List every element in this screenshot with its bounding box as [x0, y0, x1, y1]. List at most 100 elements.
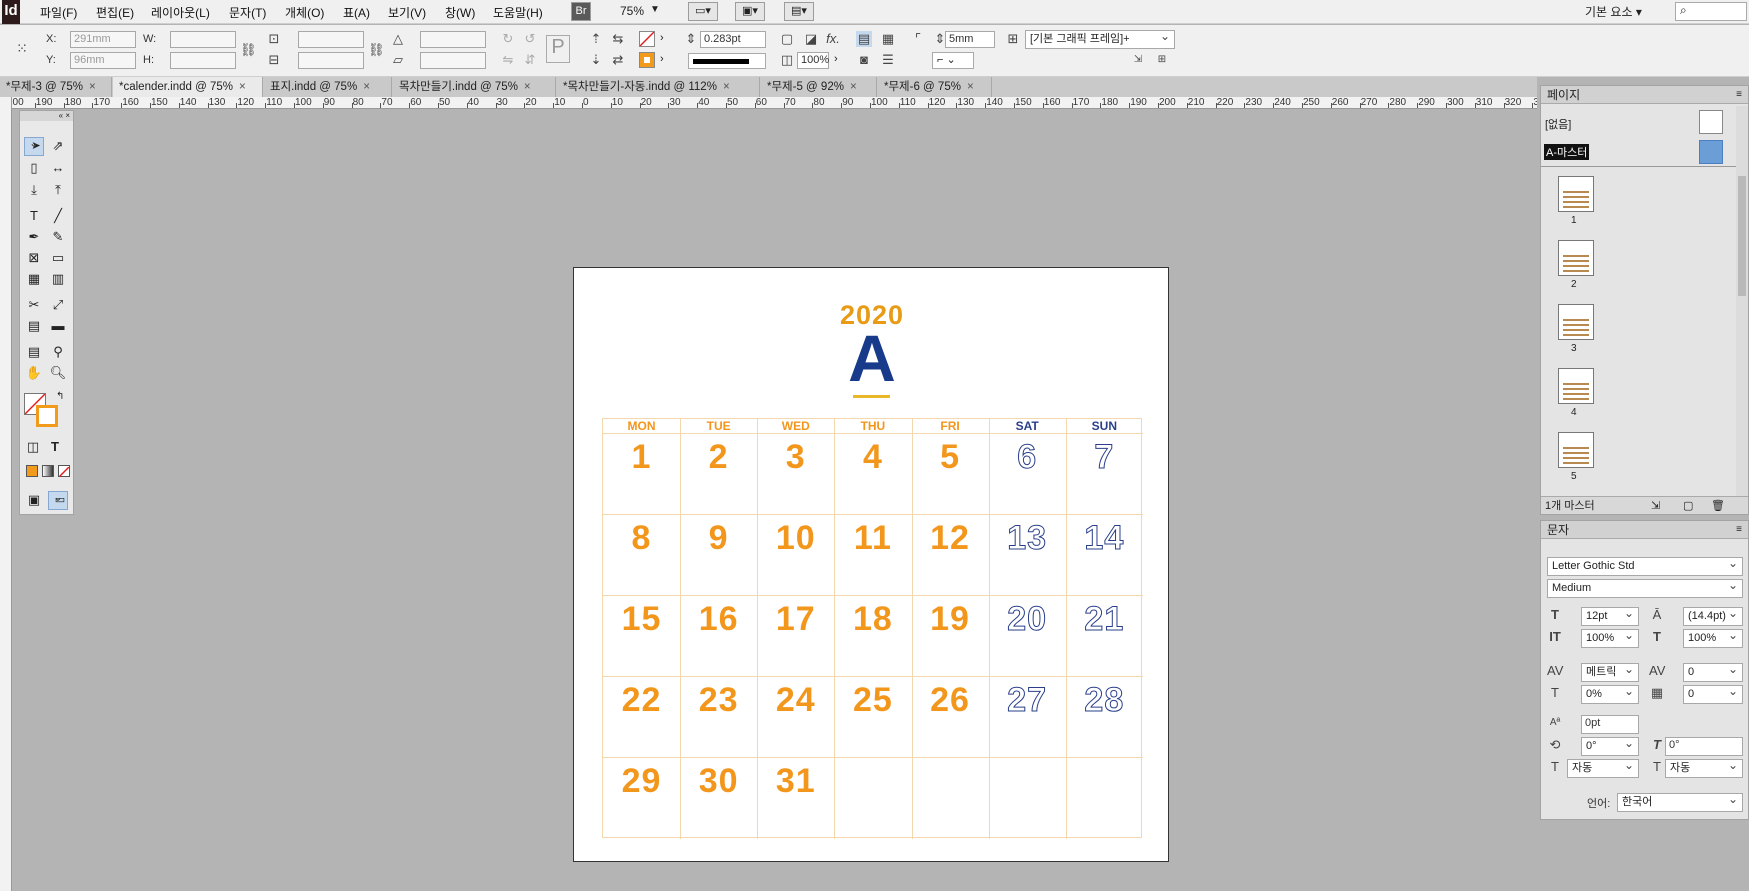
hand-tool-icon[interactable]: ✋ [24, 364, 44, 382]
tab-toc-auto[interactable]: *목차만들기-자동.indd @ 112% × [557, 77, 760, 97]
tab-toc[interactable]: 목차만들기.indd @ 75% × [393, 77, 556, 97]
workspace-switcher[interactable]: 기본 요소 ▾ [1585, 3, 1642, 20]
content-collector-icon[interactable]: ⤓ [24, 181, 44, 199]
tab-cover[interactable]: 표지.indd @ 75% × [264, 77, 392, 97]
menu-type[interactable]: 문자(T) [229, 4, 266, 21]
view-options-icon[interactable]: ▭▾ [688, 2, 718, 21]
a-master-label[interactable]: A-마스터 [1544, 144, 1590, 160]
page-tool-icon[interactable]: ▯ [24, 159, 44, 177]
kerning-field[interactable]: 메트릭 [1581, 661, 1639, 682]
x-field[interactable]: 291mm [70, 31, 136, 48]
zoom-level[interactable]: 75% [620, 4, 644, 18]
swap-fill-stroke-icon[interactable]: ↰ [56, 391, 64, 402]
baseline-shift-field[interactable]: 0pt [1581, 715, 1639, 734]
path-flip-icon[interactable]: P [546, 35, 570, 63]
page-thumbnail[interactable] [1558, 368, 1594, 404]
menu-view[interactable]: 보기(V) [388, 4, 426, 21]
close-icon[interactable]: × [89, 81, 96, 93]
horizontal-ruler[interactable]: 2001901801701601501401301201101009080706… [12, 97, 1537, 109]
corner-options-icon[interactable]: ⌜ [910, 31, 926, 47]
fx-icon[interactable]: fx. [825, 31, 841, 47]
effects-icon[interactable]: ◪ [803, 31, 819, 47]
zoom-dropdown-icon[interactable]: ▼ [650, 4, 660, 15]
font-family-dropdown[interactable]: Letter Gothic Std [1547, 555, 1743, 576]
panel-menu-icon[interactable]: ≡ [1736, 86, 1748, 104]
menu-window[interactable]: 창(W) [445, 4, 475, 21]
a-master-thumbnail[interactable] [1699, 140, 1723, 164]
stroke-orange-swatch-icon[interactable] [36, 405, 58, 427]
page-size-icon[interactable]: ⇲ [1651, 497, 1660, 515]
stroke-type-dropdown[interactable] [688, 53, 766, 69]
clear-overrides-icon[interactable]: ⇲ [1130, 52, 1146, 68]
close-icon[interactable]: × [967, 81, 974, 93]
close-icon[interactable]: × [239, 81, 246, 93]
select-next-icon[interactable]: ⇄ [610, 52, 626, 68]
opacity-field[interactable]: 100% [797, 52, 829, 69]
gradient-swatch-tool-icon[interactable]: ▤ [24, 317, 44, 335]
aki-after-field[interactable]: 자동 [1665, 757, 1743, 778]
pencil-tool-icon[interactable]: ✎ [48, 228, 68, 246]
text-wrap-shape-icon[interactable]: ◙ [856, 52, 872, 68]
select-content-icon[interactable]: ⇣ [588, 52, 604, 68]
opacity-arrow-icon[interactable]: › [834, 53, 838, 65]
stroke-dropdown-icon[interactable]: › [660, 53, 664, 65]
line-tool-icon[interactable]: ╱ [48, 207, 68, 225]
fill-swatch-none-icon[interactable] [639, 31, 655, 47]
delete-page-icon[interactable]: 🗑︎ [1711, 497, 1725, 515]
apply-gradient-icon[interactable] [42, 465, 54, 477]
tracking-field[interactable]: 0 [1683, 661, 1743, 682]
normal-view-icon[interactable]: ▣ [24, 491, 44, 509]
stroke-swatch-icon[interactable] [639, 52, 655, 68]
scale-x-icon[interactable]: ⊡ [266, 31, 282, 47]
none-master-thumbnail[interactable] [1699, 110, 1723, 134]
tab-untitled-5[interactable]: *무제-5 @ 92% × [761, 77, 877, 97]
menu-help[interactable]: 도움말(H) [493, 4, 543, 21]
apply-none-icon[interactable] [58, 465, 70, 478]
object-style-icon[interactable]: ⊞ [1005, 31, 1021, 47]
close-icon[interactable]: × [363, 81, 370, 93]
constrain-scale-icon[interactable]: ⛓ [368, 42, 385, 58]
eyedropper-tool-icon[interactable]: ⚲ [48, 343, 68, 361]
opacity-icon[interactable]: ◫ [779, 52, 795, 68]
drop-shadow-icon[interactable]: ▢ [779, 31, 795, 47]
tab-calendar[interactable]: *calender.indd @ 75% × [113, 77, 263, 97]
leading-field[interactable]: (14.4pt) [1683, 605, 1743, 626]
selection-tool-icon[interactable]: ➤ [24, 135, 44, 156]
constrain-proportions-icon[interactable]: ⛓ [240, 42, 257, 58]
page-thumbnail[interactable] [1558, 176, 1594, 212]
pages-scrollbar[interactable] [1736, 106, 1748, 496]
close-icon[interactable]: × [723, 81, 730, 93]
fill-dropdown-icon[interactable]: › [660, 32, 664, 44]
rotate-90-ccw-icon[interactable]: ↺ [522, 31, 538, 47]
font-size-field[interactable]: 12pt [1581, 605, 1639, 626]
flip-horizontal-icon[interactable]: ⇋ [500, 52, 516, 68]
h-field[interactable] [170, 52, 236, 69]
vertical-grid-tool-icon[interactable]: ▥ [48, 270, 68, 288]
scissors-tool-icon[interactable]: ✂ [24, 296, 44, 314]
scale-x-field[interactable] [298, 31, 364, 48]
pen-tool-icon[interactable]: ✒ [24, 228, 44, 246]
rotate-field[interactable] [420, 31, 486, 48]
panel-menu-icon[interactable]: ≡ [1736, 521, 1748, 539]
apply-color-icon[interactable] [26, 465, 38, 477]
reference-point-icon[interactable]: ⁙ [14, 40, 30, 56]
content-placer-icon[interactable]: ⤒ [48, 181, 68, 199]
object-style-dropdown[interactable]: [기본 그래픽 프레임]+ [1025, 28, 1175, 49]
vertical-ruler[interactable] [0, 97, 12, 891]
rectangle-frame-tool-icon[interactable]: ⊠ [24, 249, 44, 267]
shear-icon[interactable]: ▱ [390, 52, 406, 68]
type-tool-icon[interactable]: T [24, 207, 44, 225]
bridge-button[interactable]: Br [571, 2, 591, 21]
direct-selection-tool-icon[interactable]: ⇗ [48, 137, 68, 155]
none-master-label[interactable]: [없음] [1545, 116, 1571, 132]
menu-file[interactable]: 파일(F) [40, 4, 77, 21]
rotate-icon[interactable]: △ [390, 31, 406, 47]
w-field[interactable] [170, 31, 236, 48]
page-thumbnail[interactable] [1558, 432, 1594, 468]
language-dropdown[interactable]: 한국어 [1617, 791, 1743, 812]
scale-y-field[interactable] [298, 52, 364, 69]
text-wrap-box-icon[interactable]: ▦ [880, 31, 896, 47]
new-page-icon[interactable]: ▢ [1683, 497, 1693, 515]
corner-shape-dropdown[interactable]: ⌐ ⌄ [932, 52, 974, 69]
font-style-dropdown[interactable]: Medium [1547, 577, 1743, 598]
